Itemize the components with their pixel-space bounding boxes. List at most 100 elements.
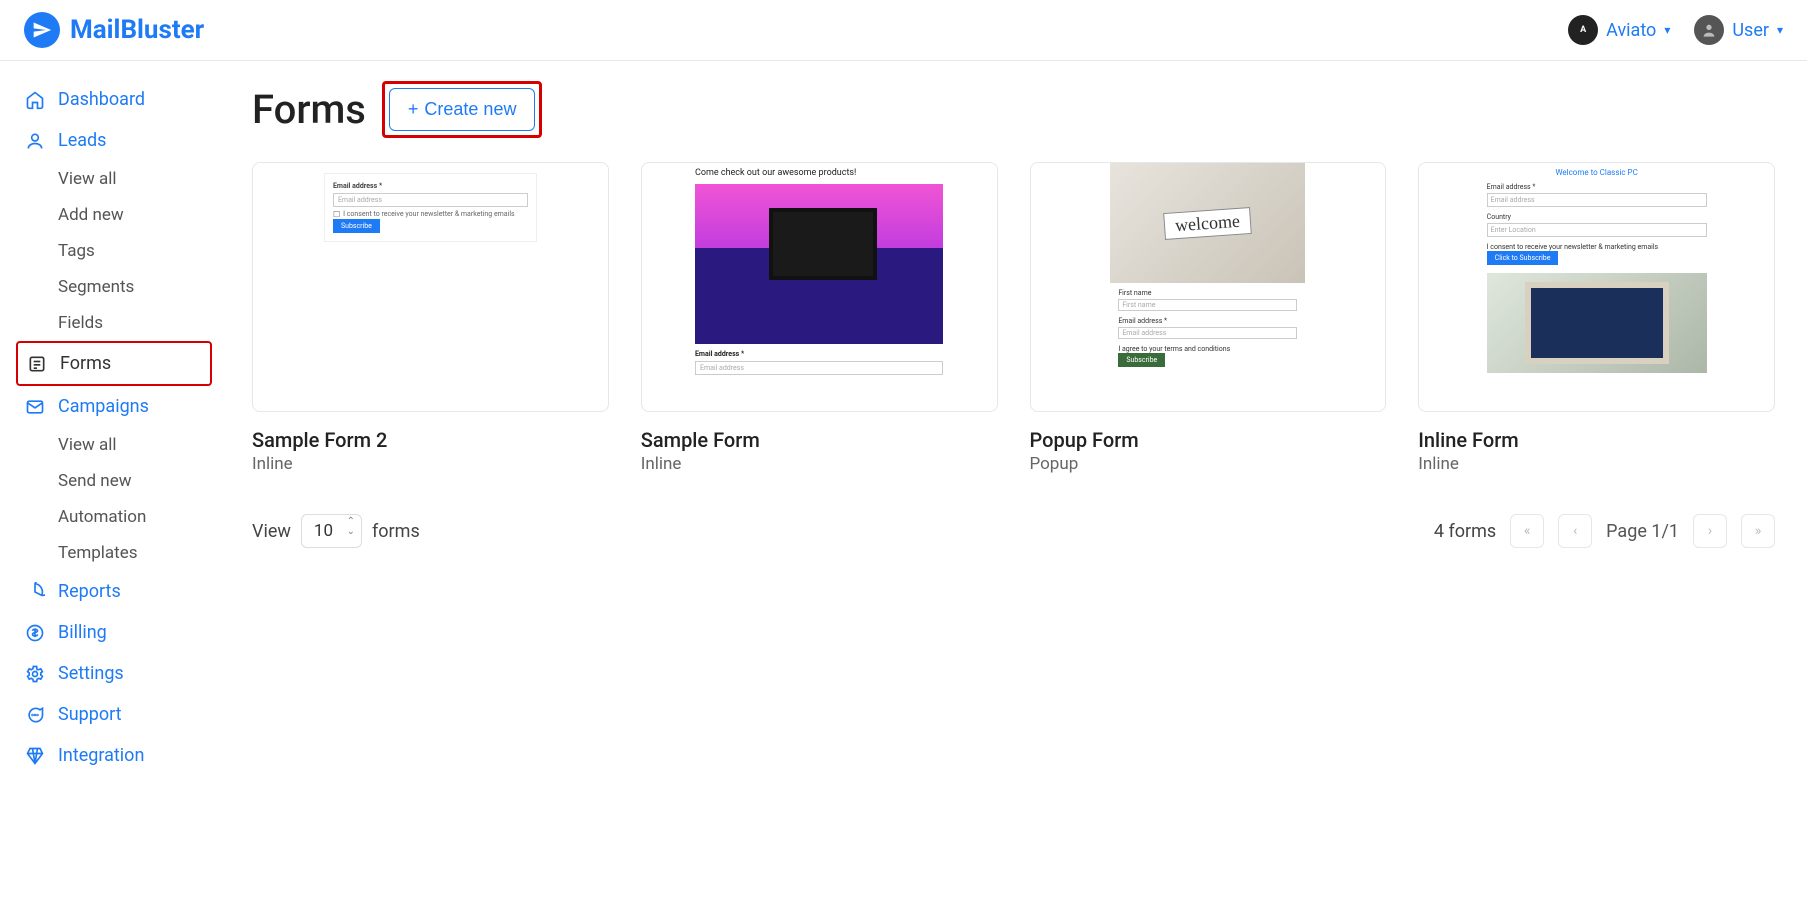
org-switcher[interactable]: A Aviato ▾	[1568, 15, 1670, 45]
sidebar-label: Forms	[60, 353, 111, 374]
thumb-input: Email address	[695, 361, 943, 375]
sidebar-sub-leads-tags[interactable]: Tags	[16, 233, 212, 269]
sidebar-label: Campaigns	[58, 396, 149, 417]
create-new-button[interactable]: + Create new	[389, 88, 536, 131]
sidebar-item-integration[interactable]: Integration	[16, 735, 212, 776]
welcome-sign: welcome	[1164, 206, 1253, 239]
retro-computer-image	[695, 184, 943, 344]
chat-icon	[24, 705, 46, 725]
page-title: Forms	[252, 86, 366, 133]
chevron-down-icon: ▾	[1664, 23, 1670, 37]
form-card-type: Popup	[1030, 454, 1387, 474]
main-content: Forms + Create new Email address * Email…	[220, 61, 1807, 794]
org-name: Aviato	[1606, 20, 1656, 41]
sidebar-sub-leads-segments[interactable]: Segments	[16, 269, 212, 305]
sidebar-item-campaigns[interactable]: Campaigns	[16, 386, 212, 427]
sidebar-item-dashboard[interactable]: Dashboard	[16, 79, 212, 120]
form-thumbnail: Come check out our awesome products! Ema…	[641, 162, 998, 412]
dollar-icon	[24, 623, 46, 643]
user-avatar	[1694, 15, 1724, 45]
sidebar-label: Dashboard	[58, 89, 145, 110]
per-page-select[interactable]: 10	[301, 514, 362, 548]
thumb-label: Email address *	[695, 350, 943, 358]
page-last-button[interactable]: »	[1741, 514, 1775, 548]
thumb-consent: I agree to your terms and conditions	[1118, 345, 1297, 353]
form-card-title: Inline Form	[1418, 428, 1775, 452]
thumb-label: Email address *	[333, 182, 528, 190]
forms-word: forms	[372, 521, 420, 542]
sidebar-item-billing[interactable]: Billing	[16, 612, 212, 653]
org-avatar: A	[1568, 15, 1598, 45]
total-count: 4 forms	[1434, 521, 1496, 542]
sidebar-item-settings[interactable]: Settings	[16, 653, 212, 694]
form-thumbnail: welcome First name First name Email addr…	[1030, 162, 1387, 412]
home-icon	[24, 90, 46, 110]
sidebar-label: Reports	[58, 581, 121, 602]
sidebar: Dashboard Leads View all Add new Tags Se…	[0, 61, 220, 794]
welcome-photo: welcome	[1110, 163, 1305, 283]
paper-plane-icon	[24, 12, 60, 48]
page-next-button[interactable]: ›	[1693, 514, 1727, 548]
page-indicator: Page 1/1	[1606, 521, 1679, 542]
sidebar-item-forms[interactable]: Forms	[16, 341, 212, 386]
user-icon	[24, 131, 46, 151]
thumb-input: Email address	[1118, 327, 1297, 339]
sidebar-sub-campaigns-automation[interactable]: Automation	[16, 499, 212, 535]
thumb-button: Click to Subscribe	[1487, 251, 1559, 265]
thumb-headline: Welcome to Classic PC	[1487, 168, 1707, 177]
sidebar-sub-campaigns-viewall[interactable]: View all	[16, 427, 212, 463]
form-thumbnail: Email address * Email address I consent …	[252, 162, 609, 412]
form-card[interactable]: Welcome to Classic PC Email address * Em…	[1418, 162, 1775, 474]
form-card-title: Popup Form	[1030, 428, 1387, 452]
form-card-title: Sample Form	[641, 428, 998, 452]
form-icon	[26, 354, 48, 374]
topbar: MailBluster A Aviato ▾ User ▾	[0, 0, 1807, 61]
sidebar-label: Settings	[58, 663, 124, 684]
thumb-label: First name	[1118, 289, 1297, 297]
page-first-button[interactable]: «	[1510, 514, 1544, 548]
form-card[interactable]: welcome First name First name Email addr…	[1030, 162, 1387, 474]
thumb-input: Enter Location	[1487, 223, 1707, 237]
sidebar-item-reports[interactable]: Reports	[16, 571, 212, 612]
sidebar-sub-leads-viewall[interactable]: View all	[16, 161, 212, 197]
user-switcher[interactable]: User ▾	[1694, 15, 1783, 45]
diamond-icon	[24, 746, 46, 766]
thumb-mock: welcome First name First name Email addr…	[1110, 163, 1305, 373]
chevron-down-icon: ▾	[1777, 23, 1783, 37]
page-prev-button[interactable]: ‹	[1558, 514, 1592, 548]
sidebar-sub-leads-fields[interactable]: Fields	[16, 305, 212, 341]
thumb-label: Email address *	[1118, 317, 1297, 325]
sidebar-sub-campaigns-sendnew[interactable]: Send new	[16, 463, 212, 499]
pagination-row: View 10 forms 4 forms « ‹ Page 1/1 › »	[252, 504, 1775, 548]
envelope-icon	[24, 397, 46, 417]
sidebar-label: Billing	[58, 622, 107, 643]
thumb-input: Email address	[1487, 193, 1707, 207]
forms-grid: Email address * Email address I consent …	[252, 162, 1775, 474]
sidebar-sub-campaigns-templates[interactable]: Templates	[16, 535, 212, 571]
form-card[interactable]: Email address * Email address I consent …	[252, 162, 609, 474]
thumb-input: Email address	[333, 193, 528, 207]
crt-monitor-image	[1487, 273, 1707, 373]
sidebar-label: Integration	[58, 745, 144, 766]
thumb-consent: I consent to receive your newsletter & m…	[333, 210, 528, 219]
topbar-right: A Aviato ▾ User ▾	[1568, 15, 1783, 45]
plus-icon: +	[408, 99, 419, 120]
pie-icon	[24, 582, 46, 602]
per-page-control: View 10 forms	[252, 514, 420, 548]
thumb-input: First name	[1118, 299, 1297, 311]
form-card-type: Inline	[641, 454, 998, 474]
thumb-label: Country	[1487, 213, 1707, 221]
brand-name: MailBluster	[70, 15, 204, 45]
brand-logo[interactable]: MailBluster	[24, 12, 204, 48]
gear-icon	[24, 664, 46, 684]
thumb-mock: Welcome to Classic PC Email address * Em…	[1487, 168, 1707, 373]
sidebar-sub-leads-addnew[interactable]: Add new	[16, 197, 212, 233]
sidebar-item-leads[interactable]: Leads	[16, 120, 212, 161]
form-card-type: Inline	[1418, 454, 1775, 474]
sidebar-label: Support	[58, 704, 122, 725]
thumb-button: Subscribe	[1118, 353, 1165, 367]
sidebar-item-support[interactable]: Support	[16, 694, 212, 735]
thumb-consent: I consent to receive your newsletter & m…	[1487, 243, 1707, 251]
user-name: User	[1732, 20, 1769, 41]
form-card[interactable]: Come check out our awesome products! Ema…	[641, 162, 998, 474]
